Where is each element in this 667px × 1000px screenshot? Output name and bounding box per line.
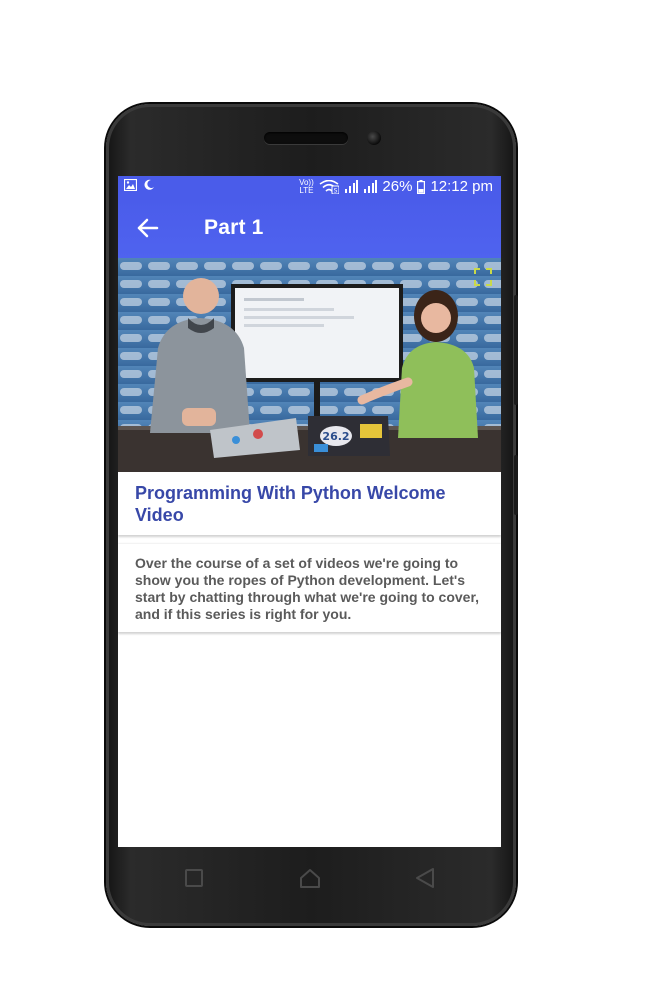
recent-apps-icon [185, 869, 203, 887]
fullscreen-icon [474, 268, 492, 286]
wifi-icon: S [319, 179, 340, 194]
recent-apps-button[interactable] [184, 868, 204, 893]
signal-icon [364, 180, 378, 193]
earpiece-speaker [264, 132, 348, 144]
video-title: Programming With Python Welcome Video [135, 483, 446, 525]
status-bar: Vo)) LTE S 26% 12:12 pm [118, 176, 501, 198]
description-card: Over the course of a set of videos we're… [118, 544, 501, 632]
power-button [514, 295, 518, 405]
svg-text:S: S [334, 187, 338, 194]
page-title: Part 1 [204, 216, 264, 239]
arrow-left-icon [137, 218, 159, 238]
volume-button [514, 455, 518, 515]
battery-icon [417, 179, 426, 194]
home-icon [300, 869, 320, 888]
back-button[interactable] [134, 215, 162, 241]
phone-screen: Vo)) LTE S 26% 12:12 pm Part 1 26.2 Prog… [118, 176, 501, 847]
clock: 12:12 pm [430, 178, 493, 195]
laptop-sticker-text: 26.2 [322, 430, 349, 443]
signal-icon [345, 180, 359, 193]
fullscreen-button[interactable] [474, 268, 492, 286]
battery-percent: 26% [382, 178, 413, 195]
video-description: Over the course of a set of videos we're… [135, 555, 480, 622]
volte-indicator: Vo)) LTE [299, 177, 314, 195]
image-icon [124, 179, 137, 191]
front-camera [367, 131, 381, 145]
nav-back-button[interactable] [414, 867, 436, 894]
navigation-bar [106, 848, 516, 908]
video-thumbnail: 26.2 [118, 258, 501, 472]
title-card: Programming With Python Welcome Video [118, 472, 501, 535]
home-button[interactable] [298, 867, 322, 894]
moon-icon [144, 179, 154, 190]
back-icon [416, 868, 434, 888]
app-bar: Part 1 [118, 198, 501, 258]
video-player[interactable]: 26.2 [118, 258, 501, 472]
